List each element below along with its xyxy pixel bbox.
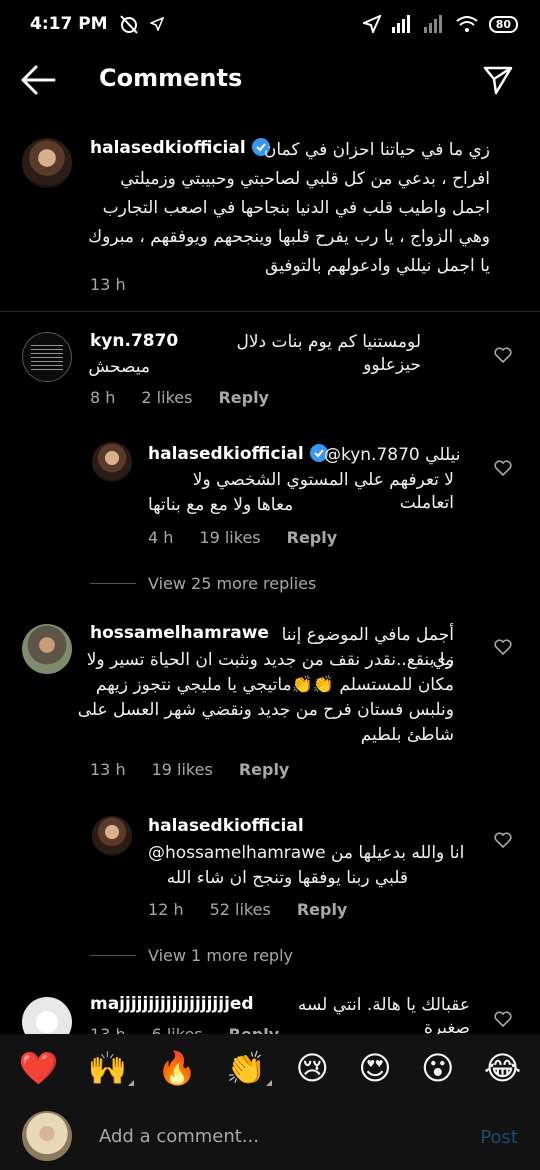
reply-item: halasedkiofficial @kyn.7870 نيللي لا تعر… xyxy=(0,430,540,560)
like-heart-icon[interactable] xyxy=(493,345,513,365)
reply-text: قلبي ربنا يوفقها وتنجح ان شاء الله xyxy=(166,868,408,888)
mention-link[interactable]: @kyn.7870 xyxy=(324,445,420,465)
reply-meta: 12 h 52 likes Reply xyxy=(148,900,373,919)
comment-username[interactable]: majjjjjjjjjjjjjjjjjjjed xyxy=(90,994,254,1014)
timestamp: 4 h xyxy=(148,528,174,547)
comment-text: أجمل مافي الموضوع إننا زي ما بنقع..نقدر … xyxy=(77,625,454,745)
comment-input-bar: Add a comment... Post xyxy=(0,1102,540,1170)
reply-text-line3: معاها ولا مع مع بناتها xyxy=(148,495,294,515)
avatar[interactable] xyxy=(22,624,72,674)
likes-count[interactable]: 19 likes xyxy=(199,528,260,547)
emoji-raised-hands-button[interactable]: 🙌 xyxy=(88,1048,134,1088)
timestamp: 13 h xyxy=(90,1025,126,1034)
reply-button[interactable]: Reply xyxy=(239,760,290,779)
back-arrow-icon[interactable] xyxy=(20,64,56,96)
comment-meta: 8 h 2 likes Reply xyxy=(90,388,295,407)
comment-username[interactable]: kyn.7870 xyxy=(90,331,178,351)
avatar[interactable] xyxy=(92,442,132,482)
alarm-off-icon xyxy=(119,15,138,34)
comment-meta: 13 h 19 likes Reply xyxy=(90,760,315,779)
comment-input[interactable]: Add a comment... xyxy=(99,1126,259,1147)
mention-link[interactable]: @hossamelhamrawe xyxy=(148,843,326,863)
avatar[interactable] xyxy=(22,332,72,382)
reply-text-line1: @kyn.7870 نيللي xyxy=(324,445,461,465)
timestamp: 13 h xyxy=(90,275,126,294)
emoji-quick-bar: ❤️ 🙌 🔥 👏 😢 😍 😮 😂 xyxy=(0,1034,540,1102)
view-more-replies-button[interactable]: View 1 more reply xyxy=(148,946,293,965)
reply-text-line1: @hossamelhamrawe انا والله بدعيلها من xyxy=(148,843,465,863)
reply-username[interactable]: halasedkiofficial xyxy=(148,444,328,464)
like-heart-icon[interactable] xyxy=(493,1009,513,1029)
reply-meta: 4 h 19 likes Reply xyxy=(148,528,363,547)
likes-count[interactable]: 6 likes xyxy=(152,1025,203,1034)
post-button[interactable]: Post xyxy=(480,1127,518,1148)
timestamp: 13 h xyxy=(90,760,126,779)
emoji-clap-button[interactable]: 👏 xyxy=(226,1048,273,1088)
battery-indicator: 80 xyxy=(488,15,518,33)
status-bar: 4:17 PM 80 xyxy=(0,0,540,48)
signal-icon xyxy=(391,15,410,33)
reply-item: halasedkiofficial @hossamelhamrawe انا و… xyxy=(0,806,540,926)
emoji-cry-button[interactable]: 😢 xyxy=(296,1048,329,1088)
direct-send-icon[interactable] xyxy=(482,64,514,96)
reply-username[interactable]: halasedkiofficial xyxy=(148,816,304,836)
my-avatar xyxy=(22,1111,72,1161)
caption-text: زي ما في حياتنا احزان في كمان افراح ، بد… xyxy=(88,140,490,276)
emoji-heart-eyes-button[interactable]: 😍 xyxy=(358,1048,391,1088)
view-more-divider xyxy=(90,955,136,956)
emoji-laugh-button[interactable]: 😂 xyxy=(484,1048,521,1088)
avatar[interactable] xyxy=(92,816,132,856)
signal-2-icon xyxy=(423,15,442,33)
like-heart-icon[interactable] xyxy=(493,830,513,850)
likes-count[interactable]: 52 likes xyxy=(210,900,271,919)
caption: halasedkiofficial زي ما في حياتنا احزان … xyxy=(0,112,540,312)
location-arrow-icon xyxy=(362,15,381,33)
comment-text-line2: ميصحش xyxy=(88,357,150,377)
reply-button[interactable]: Reply xyxy=(229,1025,280,1034)
comment-text: لومستنيا كم يوم بنات دلال حيزعلوو xyxy=(236,332,421,375)
timestamp: 12 h xyxy=(148,900,184,919)
emoji-fire-button[interactable]: 🔥 xyxy=(157,1048,197,1088)
caption-meta: 13 h xyxy=(90,275,152,294)
reply-button[interactable]: Reply xyxy=(218,388,269,407)
likes-count[interactable]: 2 likes xyxy=(141,388,192,407)
avatar[interactable] xyxy=(22,138,72,188)
comment-item: hossamelhamrawe أجمل مافي الموضوع إننا ز… xyxy=(0,606,540,786)
view-more-replies-button[interactable]: View 25 more replies xyxy=(148,574,316,593)
location-icon xyxy=(149,17,164,31)
comment-item: majjjjjjjjjjjjjjjjjjjed عقبالك يا هالة. … xyxy=(0,980,540,1034)
avatar[interactable] xyxy=(22,997,72,1034)
view-more-divider xyxy=(90,583,136,584)
reply-button[interactable]: Reply xyxy=(297,900,348,919)
wifi-icon xyxy=(456,16,478,32)
timestamp: 8 h xyxy=(90,388,116,407)
emoji-wow-button[interactable]: 😮 xyxy=(421,1048,454,1088)
comment-item: kyn.7870 لومستنيا كم يوم بنات دلال حيزعل… xyxy=(0,312,540,412)
app-header: Comments xyxy=(0,48,540,112)
comment-meta: 13 h 6 likes Reply xyxy=(90,1025,305,1034)
like-heart-icon[interactable] xyxy=(493,458,513,478)
page-title: Comments xyxy=(99,64,243,92)
likes-count[interactable]: 19 likes xyxy=(152,760,213,779)
reply-button[interactable]: Reply xyxy=(287,528,338,547)
like-heart-icon[interactable] xyxy=(493,637,513,657)
emoji-heart-button[interactable]: ❤️ xyxy=(19,1048,59,1088)
status-time: 4:17 PM xyxy=(30,14,108,34)
